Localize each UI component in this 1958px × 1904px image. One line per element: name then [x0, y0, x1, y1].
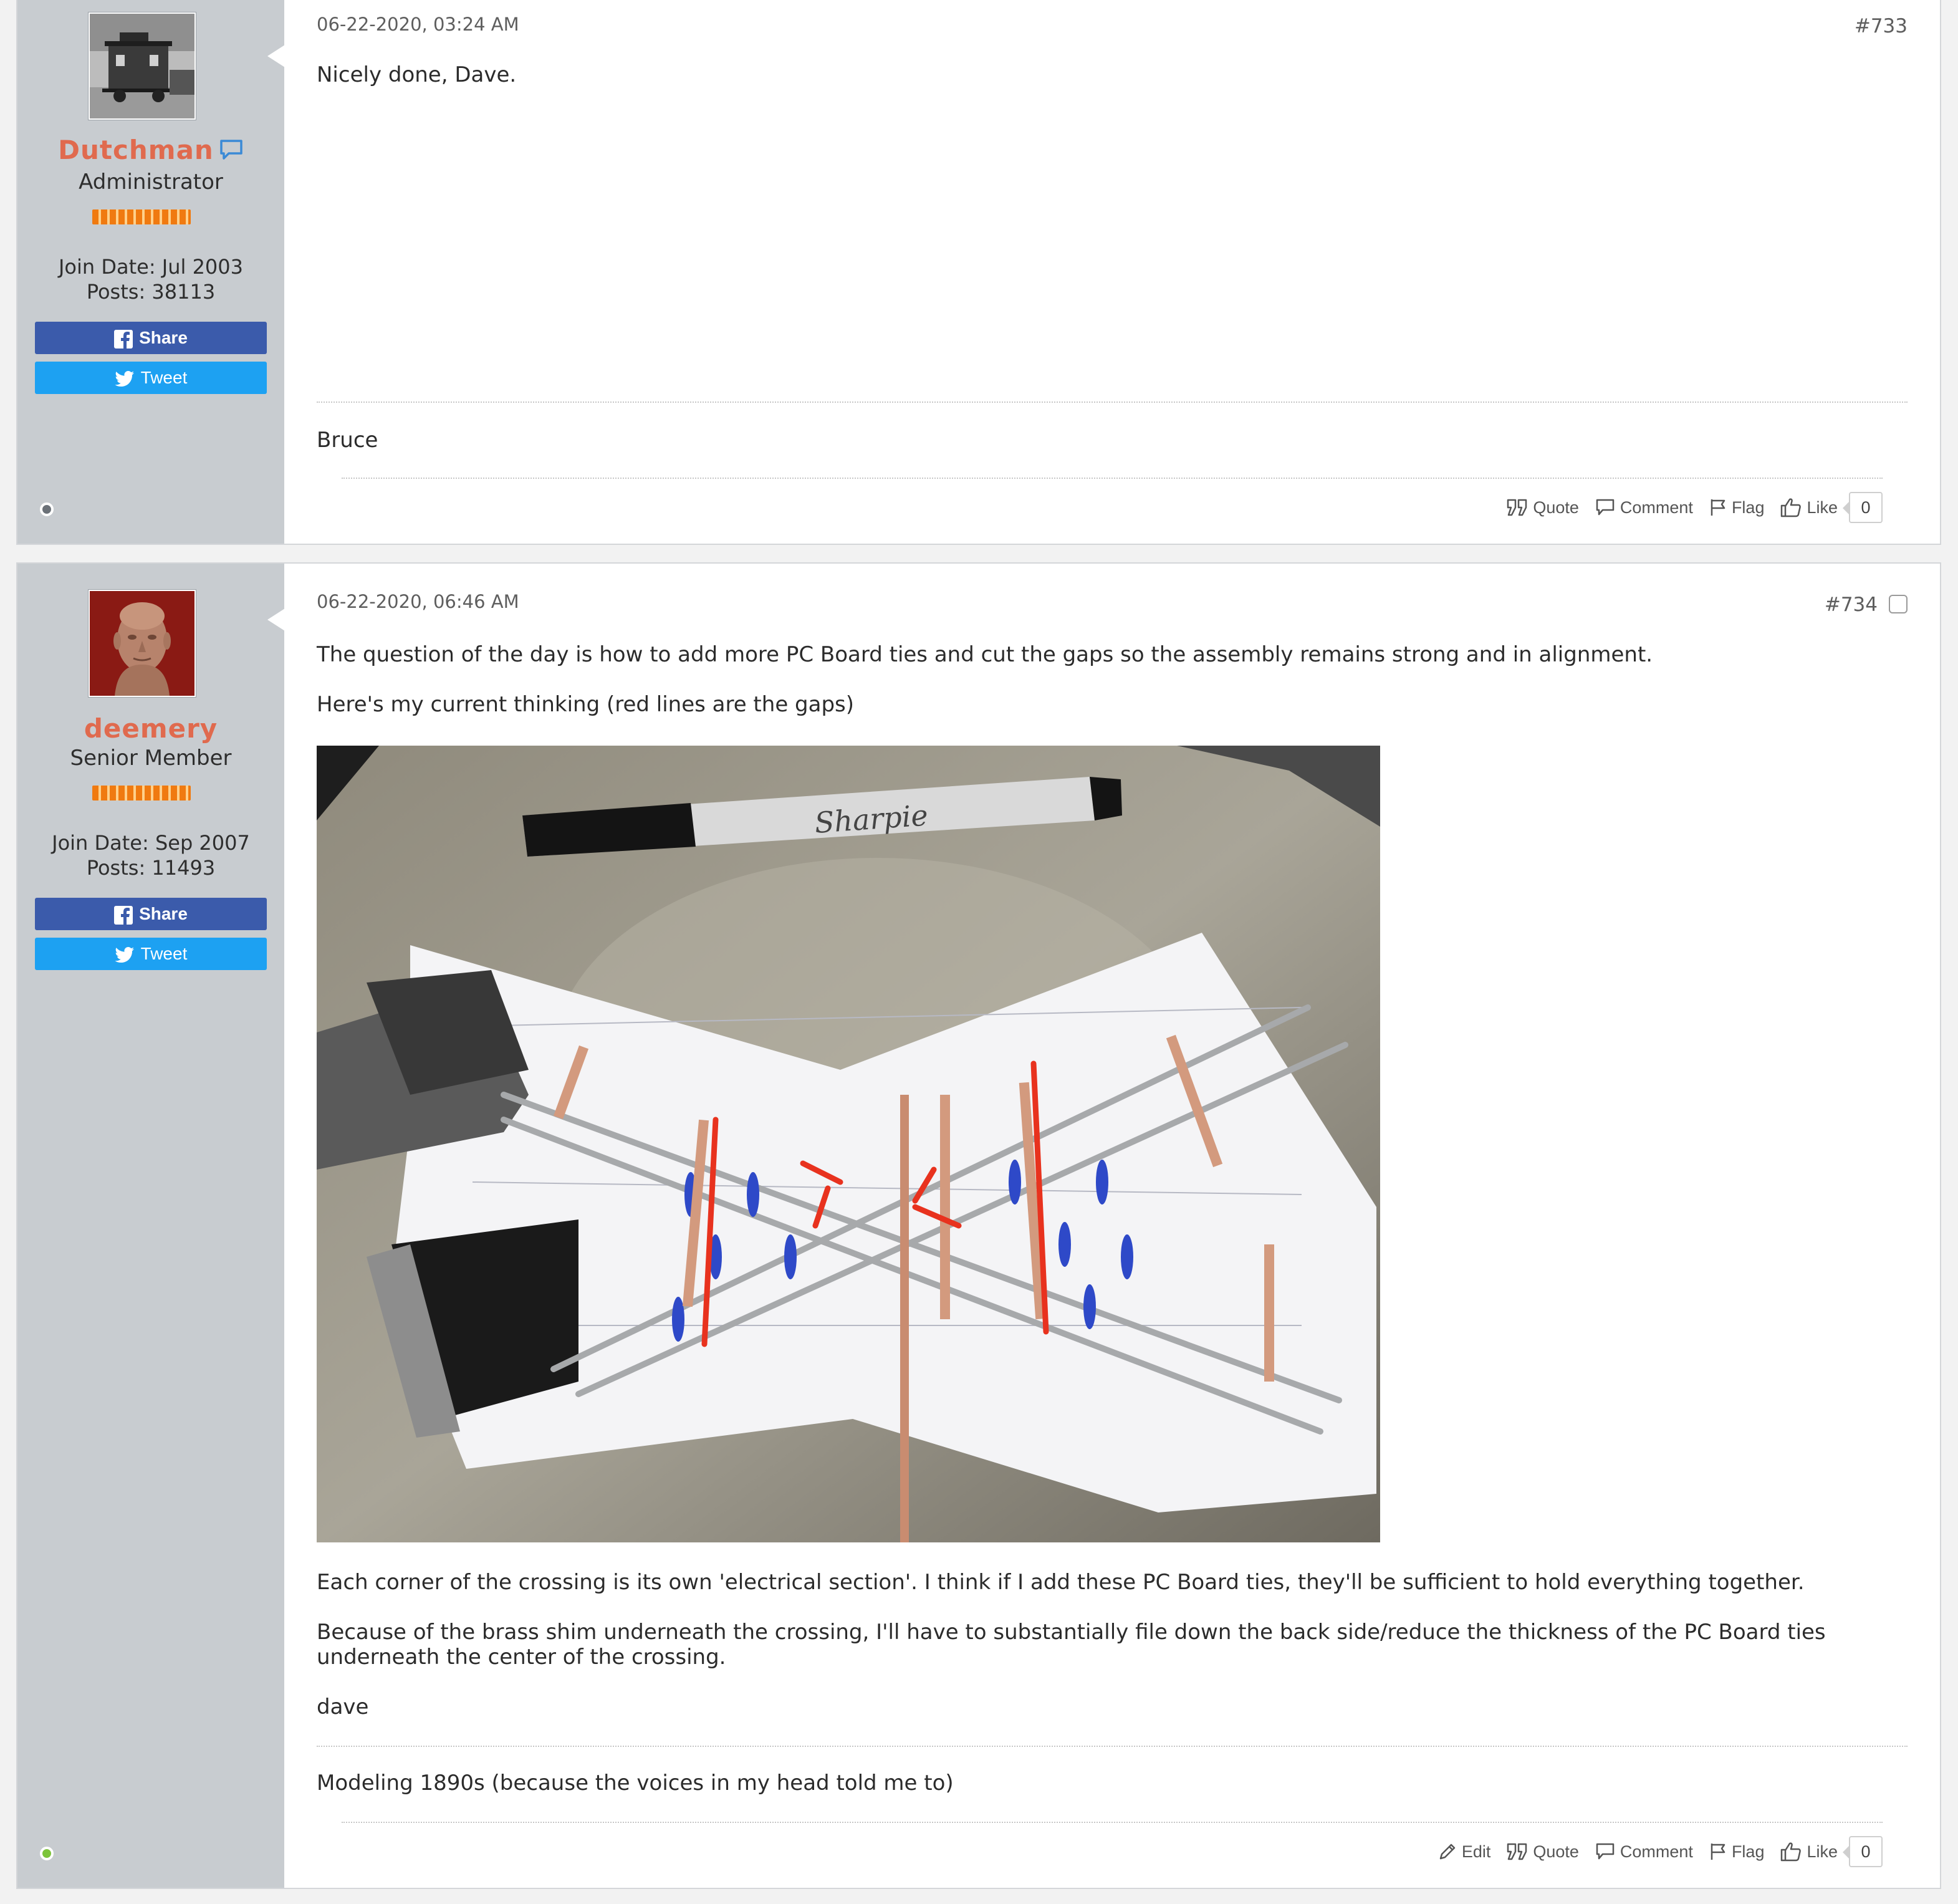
reputation-bar: [92, 209, 191, 224]
flag-label: Flag: [1731, 498, 1765, 517]
like-label: Like: [1807, 498, 1838, 517]
user-title: Senior Member: [70, 746, 232, 771]
signature-divider: [317, 401, 1908, 403]
post-body-paragraph: Each corner of the crossing is its own '…: [317, 1570, 1805, 1595]
post-734: deemery Senior Member Join Date: Sep 200…: [16, 562, 1941, 1889]
flag-icon: [1711, 1844, 1725, 1860]
edit-button[interactable]: Edit: [1438, 1842, 1491, 1862]
user-title: Administrator: [79, 170, 223, 195]
facebook-icon: [114, 329, 133, 349]
twitter-bird-icon: [115, 946, 134, 963]
crossing-photo[interactable]: Sharpie: [317, 746, 1380, 1542]
like-label: Like: [1807, 1842, 1838, 1861]
post-date: 06-22-2020, 03:24 AM: [317, 14, 519, 35]
post-body-paragraph: Here's my current thinking (red lines ar…: [317, 692, 855, 717]
user-info-panel: deemery Senior Member Join Date: Sep 200…: [17, 564, 285, 1888]
actions-divider: [342, 478, 1883, 479]
post-content: 06-22-2020, 06:46 AM #734 The question o…: [317, 564, 1908, 1888]
username[interactable]: Dutchman: [17, 135, 284, 167]
post-count: Posts: 38113: [86, 280, 216, 304]
online-status-indicator: [40, 1847, 54, 1860]
facebook-share-button[interactable]: Share: [35, 898, 267, 930]
post-number-link[interactable]: #734: [1825, 594, 1878, 616]
chat-bubble-icon[interactable]: [219, 137, 244, 167]
flag-icon: [1711, 499, 1725, 516]
quote-button[interactable]: Quote: [1507, 498, 1579, 517]
post-body-paragraph: The question of the day is how to add mo…: [317, 642, 1653, 667]
join-date: Join Date: Sep 2007: [52, 831, 250, 855]
join-date: Join Date: Jul 2003: [58, 255, 243, 279]
avatar[interactable]: [89, 590, 196, 697]
quote-icon: [1507, 1843, 1527, 1860]
quote-label: Quote: [1533, 498, 1579, 517]
quote-icon: [1507, 499, 1527, 516]
like-count: 0: [1843, 492, 1883, 523]
flag-button[interactable]: Flag: [1709, 498, 1765, 517]
signature: Modeling 1890s (because the voices in my…: [317, 1771, 954, 1796]
comment-button[interactable]: Comment: [1595, 498, 1693, 517]
signature: Bruce: [317, 428, 378, 453]
flag-label: Flag: [1731, 1842, 1765, 1861]
username-text[interactable]: deemery: [84, 713, 218, 744]
post-body-paragraph: dave: [317, 1695, 369, 1719]
twitter-bird-icon: [115, 370, 134, 387]
share-label: Share: [139, 904, 188, 923]
username[interactable]: deemery: [17, 713, 284, 744]
tweet-label: Tweet: [140, 368, 188, 387]
track-crossing-image: Sharpie: [317, 746, 1380, 1542]
caboose-avatar-image: [90, 14, 194, 118]
edit-label: Edit: [1461, 1842, 1491, 1861]
like-button[interactable]: Like: [1780, 498, 1838, 517]
twitter-tweet-button[interactable]: Tweet: [35, 362, 267, 394]
signature-divider: [317, 1746, 1908, 1747]
comment-icon: [1596, 499, 1615, 516]
like-button[interactable]: Like: [1780, 1842, 1838, 1862]
thumbs-up-icon: [1781, 498, 1802, 517]
post-date: 06-22-2020, 06:46 AM: [317, 591, 519, 612]
post-actions: Quote Comment Flag Like 0: [1490, 491, 1883, 524]
avatar[interactable]: [89, 12, 196, 120]
like-count: 0: [1843, 1836, 1883, 1867]
user-info-panel: Dutchman Administrator Join Date: Jul 20…: [17, 0, 285, 544]
facebook-icon: [114, 905, 133, 925]
comment-button[interactable]: Comment: [1595, 1842, 1693, 1862]
tweet-label: Tweet: [140, 944, 188, 963]
actions-divider: [342, 1822, 1883, 1823]
bust-avatar-image: [90, 591, 194, 696]
share-label: Share: [139, 328, 188, 347]
post-733: Dutchman Administrator Join Date: Jul 20…: [16, 0, 1941, 545]
comment-icon: [1596, 1843, 1615, 1860]
comment-label: Comment: [1620, 1842, 1693, 1861]
post-content: 06-22-2020, 03:24 AM #733 Nicely done, D…: [317, 0, 1908, 544]
thumbs-up-icon: [1781, 1842, 1802, 1862]
quote-label: Quote: [1533, 1842, 1579, 1861]
quote-button[interactable]: Quote: [1507, 1842, 1579, 1862]
post-actions: Edit Quote Comment Flag Like 0: [1422, 1835, 1883, 1868]
pencil-icon: [1439, 1844, 1456, 1860]
comment-label: Comment: [1620, 498, 1693, 517]
post-body-paragraph: Nicely done, Dave.: [317, 62, 517, 87]
offline-status-indicator: [40, 502, 54, 516]
post-body-paragraph: Because of the brass shim underneath the…: [317, 1620, 1826, 1670]
username-text[interactable]: Dutchman: [58, 135, 214, 165]
twitter-tweet-button[interactable]: Tweet: [35, 938, 267, 970]
flag-button[interactable]: Flag: [1709, 1842, 1765, 1862]
reputation-bar: [92, 786, 191, 801]
facebook-share-button[interactable]: Share: [35, 322, 267, 354]
post-number-link[interactable]: #733: [1855, 15, 1908, 37]
post-count: Posts: 11493: [86, 856, 216, 880]
select-post-checkbox[interactable]: [1889, 595, 1908, 613]
